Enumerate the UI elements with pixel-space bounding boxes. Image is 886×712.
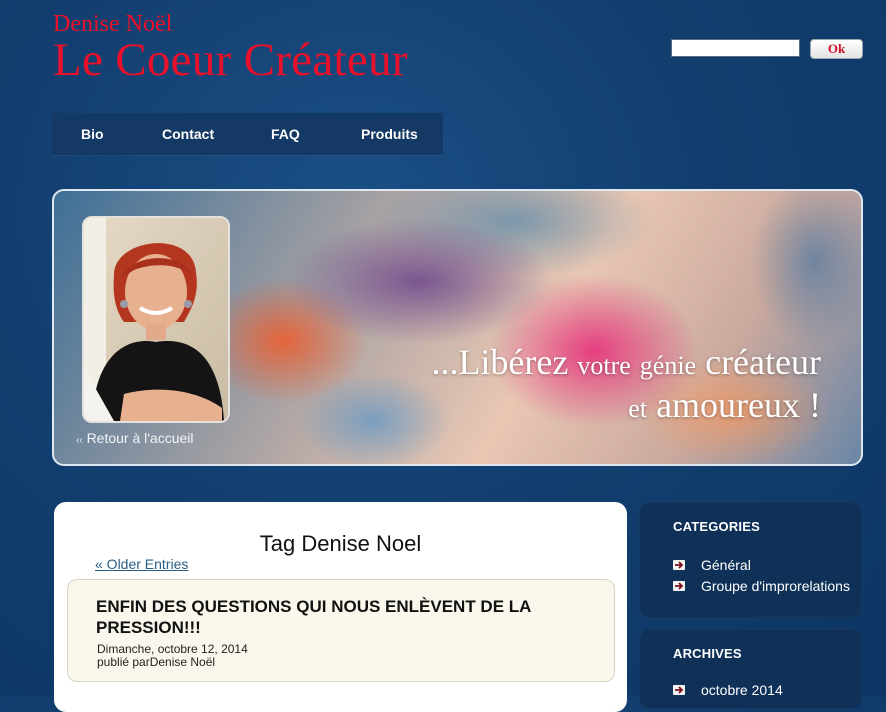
tagline-word-createur: créateur: [705, 342, 821, 382]
back-to-home-link[interactable]: ‹‹ Retour à l'accueil: [76, 430, 194, 446]
category-label: Général: [701, 557, 751, 573]
arrow-bullet-icon: [673, 581, 685, 592]
post-date: Dimanche, octobre 12, 2014: [97, 642, 248, 656]
site-title[interactable]: Le Coeur Créateur: [53, 32, 408, 88]
post-title-link[interactable]: ENFIN DES QUESTIONS QUI NOUS ENLÈVENT DE…: [96, 596, 576, 638]
nav-item-produits[interactable]: Produits: [361, 126, 418, 142]
banner-tagline: ...Libérez votre génie créateur et amour…: [431, 343, 821, 429]
older-entries-link[interactable]: « Older Entries: [95, 556, 188, 572]
arrow-bullet-icon: [673, 685, 685, 696]
search-ok-button[interactable]: Ok: [810, 39, 863, 59]
page-title: Tag Denise Noel: [259, 531, 422, 556]
categories-heading: CATEGORIES: [673, 519, 760, 534]
back-to-home-label: Retour à l'accueil: [86, 430, 194, 446]
search-input[interactable]: [671, 39, 800, 57]
nav-item-faq[interactable]: FAQ: [271, 126, 300, 142]
archives-widget: ARCHIVES octobre 2014: [639, 629, 862, 709]
main-nav: Bio Contact FAQ Produits: [52, 113, 443, 155]
tagline-word-amoureux: amoureux !: [656, 385, 821, 425]
archive-item-oct-2014[interactable]: octobre 2014: [673, 682, 783, 698]
portrait-illustration: [84, 218, 228, 421]
category-item-groupe[interactable]: Groupe d'improrelations: [673, 578, 850, 594]
category-item-general[interactable]: Général: [673, 557, 751, 573]
nav-item-bio[interactable]: Bio: [81, 126, 104, 142]
categories-widget: CATEGORIES Général Groupe d'improrelatio…: [639, 502, 862, 618]
archives-heading: ARCHIVES: [673, 646, 742, 661]
tagline-word-genie: génie: [639, 351, 697, 380]
nav-item-contact[interactable]: Contact: [162, 126, 214, 142]
arrow-bullet-icon: [673, 560, 685, 571]
tagline-word-votre: votre: [577, 351, 631, 380]
tagline-word-et: et: [628, 394, 648, 423]
tagline-prefix: ...: [431, 342, 459, 382]
archive-label: octobre 2014: [701, 682, 783, 698]
hero-banner: ...Libérez votre génie créateur et amour…: [52, 189, 863, 466]
main-content: Tag Denise Noel « Older Entries ENFIN DE…: [54, 502, 627, 712]
category-label: Groupe d'improrelations: [701, 578, 850, 594]
post-card: ENFIN DES QUESTIONS QUI NOUS ENLÈVENT DE…: [67, 579, 615, 682]
double-chevron-left-icon: ‹‹: [76, 435, 83, 446]
tagline-word-liberez: Libérez: [458, 342, 569, 382]
post-author: publié parDenise Noël: [97, 655, 216, 669]
portrait-photo: [82, 216, 230, 423]
